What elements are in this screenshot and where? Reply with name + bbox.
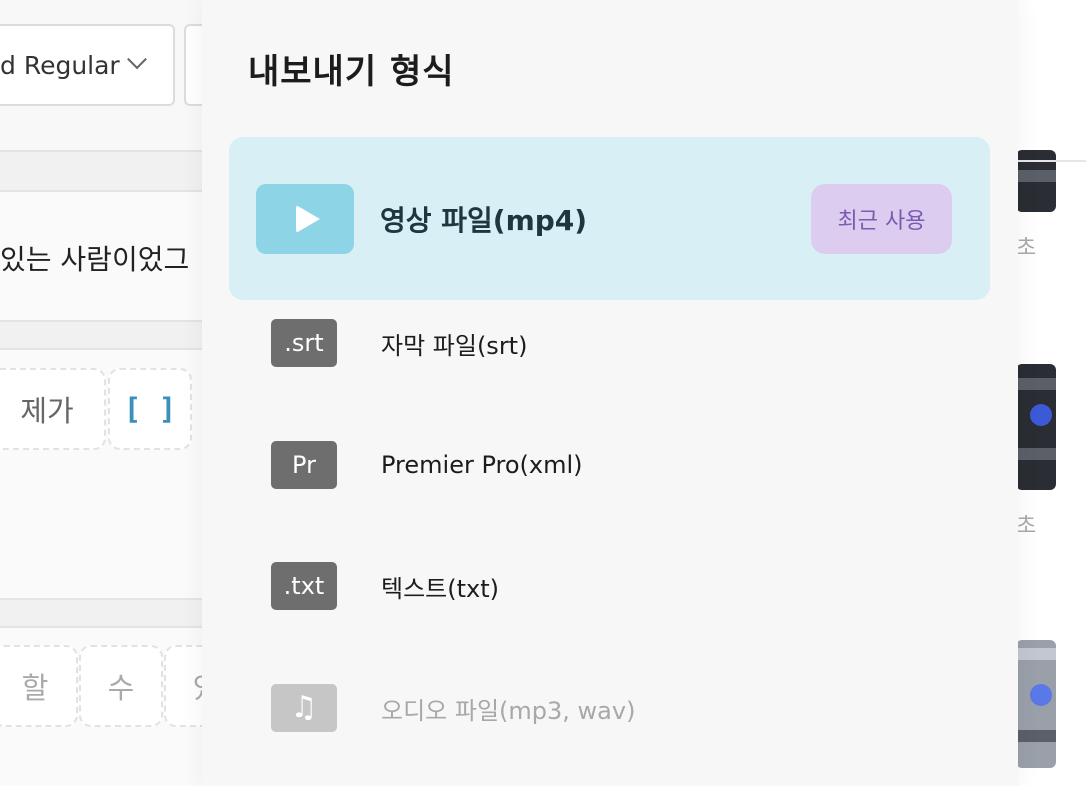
play-icon (296, 204, 320, 233)
divider (1016, 160, 1086, 162)
word-chip[interactable]: 있 (164, 645, 202, 727)
export-option-srt[interactable]: .srt 자막 파일(srt) (271, 318, 527, 368)
export-option-mp4[interactable]: 영상 파일(mp4) 최근 사용 (229, 137, 990, 300)
export-option-txt[interactable]: .txt 텍스트(txt) (271, 561, 499, 611)
recent-badge: 최근 사용 (811, 184, 952, 254)
word-chip[interactable]: 수 (79, 645, 163, 727)
play-icon-box (256, 183, 354, 254)
row-divider (0, 320, 202, 348)
word-chip-text: 할 (21, 671, 49, 705)
video-thumbnail[interactable] (1016, 364, 1056, 490)
chevron-down-icon (126, 49, 147, 70)
thumbnail-panel (1016, 0, 1086, 786)
txt-file-icon: .txt (271, 562, 337, 610)
duration-unit: 초 (1016, 514, 1037, 539)
duration-unit: 초 (1016, 236, 1037, 261)
font-select-value: d Regular (0, 50, 120, 80)
export-option-xml[interactable]: Pr Premier Pro(xml) (271, 440, 583, 490)
video-thumbnail[interactable] (1016, 640, 1056, 768)
row-divider (0, 598, 202, 626)
word-chip-text: 있 (193, 665, 202, 707)
transcript-sentence: 있는 사람이었그 (0, 243, 190, 276)
option-label: 영상 파일(mp4) (380, 203, 588, 237)
word-chip-text: 제가 (20, 394, 74, 428)
option-label: 텍스트(txt) (381, 574, 499, 603)
word-chip[interactable]: 할 (0, 645, 78, 727)
word-chip[interactable]: 제가 (0, 368, 106, 450)
dialog-title: 내보내기 형식 (248, 52, 455, 92)
bracket-chip[interactable]: [ ] (108, 368, 192, 450)
font-select[interactable]: d Regular (0, 24, 175, 106)
export-option-audio: ♫ 오디오 파일(mp3, wav) (271, 683, 635, 733)
bracket-chip-text: [ ] (123, 392, 177, 426)
option-label: 오디오 파일(mp3, wav) (381, 696, 636, 725)
option-label: Premier Pro(xml) (381, 451, 583, 479)
srt-file-icon: .srt (271, 319, 337, 367)
export-format-dialog: 내보내기 형식 영상 파일(mp4) 최근 사용 .srt 자막 파일(srt)… (202, 0, 1018, 786)
premiere-pro-icon: Pr (271, 441, 337, 489)
row-divider (0, 150, 202, 190)
music-note-icon: ♫ (271, 684, 337, 732)
word-chip-text: 수 (107, 671, 135, 705)
editor-background: d Regular 있는 사람이었그 제가 [ ] 할 수 있 (0, 0, 202, 786)
option-label: 자막 파일(srt) (381, 331, 528, 360)
